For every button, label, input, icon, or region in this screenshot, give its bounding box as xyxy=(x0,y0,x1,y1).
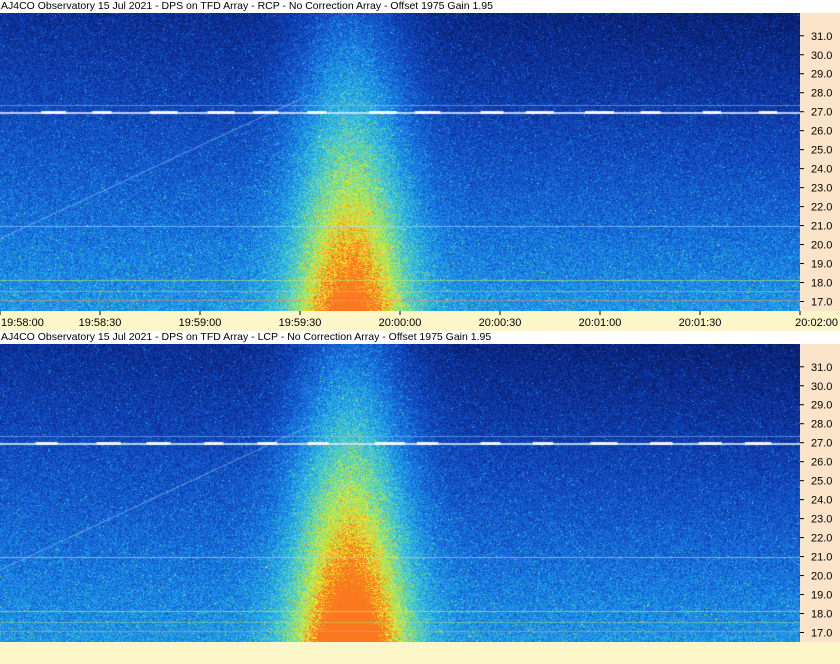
rcp-panel-title: AJ4CO Observatory 15 Jul 2021 - DPS on T… xyxy=(0,0,840,13)
lcp-panel-title: AJ4CO Observatory 15 Jul 2021 - DPS on T… xyxy=(0,331,840,344)
lcp-freq-tick-label: 17.0 xyxy=(811,628,832,640)
lcp-freq-tick-label: 27.0 xyxy=(811,438,832,450)
rcp-time-tick-label: 19:59:30 xyxy=(279,317,322,329)
rcp-time-tick-label: 20:02:00 xyxy=(795,317,838,329)
rcp-time-tick-label: 20:00:00 xyxy=(379,317,422,329)
rcp-freq-tick-label: 26.0 xyxy=(811,126,832,138)
rcp-time-tick-label: 19:59:00 xyxy=(179,317,222,329)
lcp-freq-tick-label: 30.0 xyxy=(811,381,832,393)
lcp-frequency-axis: 31.0 30.0 29.0 28.0 27.0 26.0 25.0 24.0 23.0 22.0… xyxy=(800,344,840,642)
rcp-time-axis-svg: 19:58:00 19:58:30 19:59:00 19:59:30 20:00:00… xyxy=(0,311,838,329)
rcp-freq-tick-label: 23.0 xyxy=(811,183,832,195)
rcp-freq-tick-label: 24.0 xyxy=(811,164,832,176)
lcp-freq-tick-label: 31.0 xyxy=(811,362,832,374)
rcp-freq-tick-label: 28.0 xyxy=(811,88,832,100)
lcp-bottom-strip xyxy=(0,642,840,664)
lcp-freq-tick-label: 18.0 xyxy=(811,609,832,621)
rcp-freq-tick-label: 19.0 xyxy=(811,259,832,271)
rcp-freq-tick-label: 25.0 xyxy=(811,145,832,157)
rcp-time-tick-label: 20:00:30 xyxy=(479,317,522,329)
rcp-freq-tick-label: 29.0 xyxy=(811,69,832,81)
lcp-freq-tick-label: 24.0 xyxy=(811,495,832,507)
lcp-freq-tick-label: 19.0 xyxy=(811,590,832,602)
rcp-time-tick-label: 20:01:00 xyxy=(579,317,622,329)
rcp-time-tick-label: 19:58:30 xyxy=(79,317,122,329)
lcp-freq-tick-label: 20.0 xyxy=(811,571,832,583)
rcp-time-tick-label: 20:01:30 xyxy=(679,317,722,329)
rcp-freq-tick-label: 22.0 xyxy=(811,202,832,214)
rcp-freq-tick-label: 30.0 xyxy=(811,50,832,62)
rcp-freq-tick-label: 18.0 xyxy=(811,278,832,290)
rcp-frequency-axis: 31.0 30.0 29.0 28.0 27.0 26.0 25.0 24.0 23.0 22.0… xyxy=(800,13,840,311)
rcp-freq-tick-label: 17.0 xyxy=(811,297,832,309)
lcp-spectrogram xyxy=(0,344,800,642)
lcp-spectrogram-canvas xyxy=(0,344,800,642)
lcp-freq-tick-label: 21.0 xyxy=(811,552,832,564)
rcp-frequency-axis-svg: 31.0 30.0 29.0 28.0 27.0 26.0 25.0 24.0 23.0 22.0… xyxy=(800,31,832,309)
rcp-freq-tick-label: 27.0 xyxy=(811,107,832,119)
rcp-spectrogram-canvas xyxy=(0,13,800,311)
lcp-frequency-axis-svg: 31.0 30.0 29.0 28.0 27.0 26.0 25.0 24.0 23.0 22.0… xyxy=(800,362,832,640)
lcp-freq-tick-label: 26.0 xyxy=(811,457,832,469)
rcp-freq-tick-label: 31.0 xyxy=(811,31,832,43)
rcp-time-axis: 19:58:00 19:58:30 19:59:00 19:59:30 20:00:00… xyxy=(0,311,840,331)
rcp-time-tick-label: 19:58:00 xyxy=(1,317,44,329)
lcp-freq-tick-label: 23.0 xyxy=(811,514,832,526)
rcp-freq-tick-label: 20.0 xyxy=(811,240,832,252)
lcp-freq-tick-label: 22.0 xyxy=(811,533,832,545)
lcp-freq-tick-label: 29.0 xyxy=(811,400,832,412)
lcp-freq-tick-label: 28.0 xyxy=(811,419,832,431)
rcp-spectrogram xyxy=(0,13,800,311)
lcp-freq-tick-label: 25.0 xyxy=(811,476,832,488)
rcp-freq-tick-label: 21.0 xyxy=(811,221,832,233)
